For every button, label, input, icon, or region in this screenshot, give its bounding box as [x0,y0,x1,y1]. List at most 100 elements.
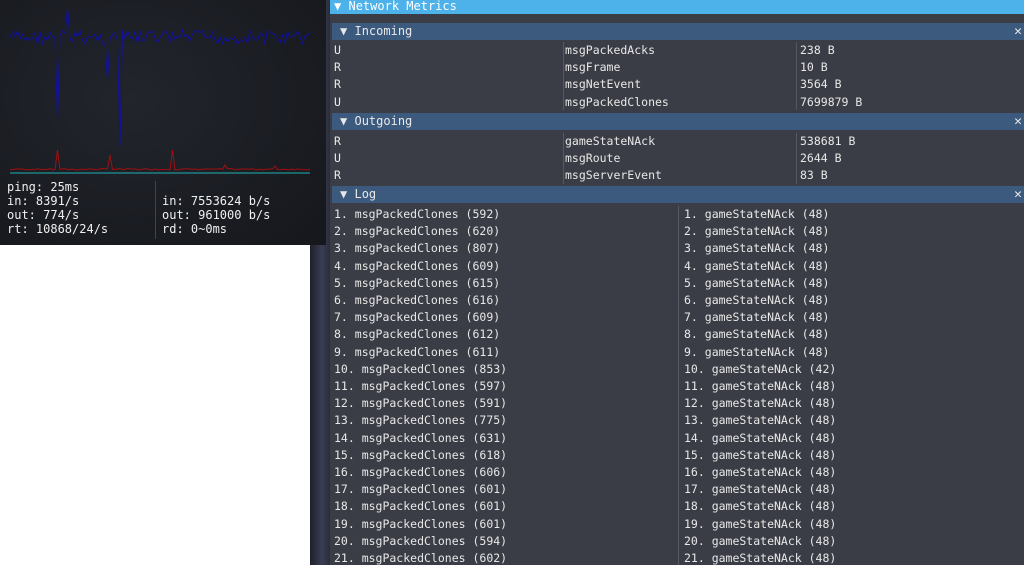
log-entry-outgoing: 21. gameStateNAck (48) [684,551,837,565]
log-entry-outgoing: 9. gameStateNAck (48) [684,344,830,359]
log-entry-outgoing: 5. gameStateNAck (48) [684,275,830,290]
log-entry-incoming: 3. msgPackedClones (807) [334,241,501,256]
message-name: msgFrame [565,60,621,75]
log-entry-outgoing: 16. gameStateNAck (48) [684,465,837,479]
message-type: R [334,77,341,92]
log-entry-outgoing: 18. gameStateNAck (48) [684,499,837,514]
message-size: 10 B [800,60,828,75]
message-name: msgServerEvent [565,168,662,183]
rt-stat: rt: 10868/24/s [7,222,109,236]
log-entry-incoming: 13. msgPackedClones (775) [334,413,508,428]
log-entry-incoming: 10. msgPackedClones (853) [334,361,508,376]
stats-divider [155,181,156,239]
log-entry-outgoing: 7. gameStateNAck (48) [684,310,830,325]
message-name: msgRoute [565,151,621,166]
message-row: RmsgServerEvent 83 B [334,167,1022,184]
message-type: R [334,134,341,148]
log-entry-incoming: 12. msgPackedClones (591) [334,396,508,411]
collapse-icon[interactable]: ▼ [340,24,347,38]
message-type: R [334,60,341,75]
message-type: R [334,168,341,183]
message-type: U [334,94,341,109]
message-size: 3564 B [800,77,842,92]
collapse-icon[interactable]: ▼ [340,187,347,201]
log-entry-outgoing: 19. gameStateNAck (48) [684,516,837,531]
message-size: 538681 B [800,134,856,148]
log-entry-incoming: 15. msgPackedClones (618) [334,447,508,462]
network-graph [9,7,311,174]
log-entry-incoming: 8. msgPackedClones (612) [334,327,501,342]
log-entry-incoming: 9. msgPackedClones (611) [334,344,501,359]
message-size: 2644 B [800,151,842,166]
incoming-traffic-line [9,7,311,146]
log-entry-outgoing: 10. gameStateNAck (42) [684,361,837,376]
outgoing-section-header[interactable]: ▼ Outgoing ✕ [332,113,1024,130]
network-metrics-window: ▼ Network Metrics ▼ Incoming ✕ UmsgPacked… [330,0,1024,565]
message-row: UmsgRoute 2644 B [334,150,1022,167]
log-entry-incoming: 11. msgPackedClones (597) [334,379,508,393]
collapse-icon[interactable]: ▼ [340,114,347,128]
network-graph-panel: ping: 25ms in: 8391/s out: 774/s rt: 108… [0,0,326,245]
log-entry-incoming: 21. msgPackedClones (602) [334,551,508,565]
log-entry-incoming: 6. msgPackedClones (616) [334,293,501,307]
window-title-bar[interactable]: ▼ Network Metrics [330,0,1024,14]
in-count-stat: in: 8391/s [7,194,80,208]
log-entry-incoming: 16. msgPackedClones (606) [334,465,508,479]
message-type: U [334,151,341,166]
log-entry-outgoing: 15. gameStateNAck (48) [684,447,837,462]
log-entry-incoming: 1. msgPackedClones (592) [334,207,501,221]
outgoing-traffic-line [9,149,311,171]
message-row: RmsgNetEvent 3564 B [334,76,1022,93]
outgoing-title: Outgoing [354,114,413,128]
log-entry-incoming: 2. msgPackedClones (620) [334,224,501,239]
close-icon[interactable]: ✕ [1014,23,1022,40]
column-divider [563,133,564,184]
log-entry-incoming: 17. msgPackedClones (601) [334,482,508,497]
log-entry-outgoing: 4. gameStateNAck (48) [684,258,830,273]
log-entry-outgoing: 20. gameStateNAck (48) [684,533,837,548]
log-entry-incoming: 4. msgPackedClones (609) [334,258,501,273]
log-title: Log [354,187,377,201]
log-entry-incoming: 20. msgPackedClones (594) [334,533,508,548]
log-entry-incoming: 19. msgPackedClones (601) [334,516,508,531]
log-entry-outgoing: 17. gameStateNAck (48) [684,482,837,497]
in-rate-stat: in: 7553624 b/s [162,194,271,208]
log-entry-incoming: 7. msgPackedClones (609) [334,310,501,325]
message-row: UmsgPackedAcks 238 B [334,42,1022,59]
log-entry-outgoing: 12. gameStateNAck (48) [684,396,837,411]
log-entry-outgoing: 8. gameStateNAck (48) [684,327,830,342]
collapse-icon[interactable]: ▼ [334,0,341,13]
message-name: msgPackedClones [565,94,669,109]
message-type: U [334,43,341,57]
incoming-title: Incoming [354,24,413,38]
out-count-stat: out: 774/s [7,208,80,222]
log-entry-outgoing: 6. gameStateNAck (48) [684,293,830,307]
incoming-section-header[interactable]: ▼ Incoming ✕ [332,23,1024,40]
log-entry-incoming: 5. msgPackedClones (615) [334,275,501,290]
message-row: UmsgPackedClones 7699879 B [334,94,1022,111]
message-name: gameStateNAck [565,134,656,148]
log-entry-incoming: 14. msgPackedClones (631) [334,430,508,445]
log-entry-outgoing: 3. gameStateNAck (48) [684,241,830,256]
window-title: Network Metrics [348,0,457,13]
column-divider [563,42,564,110]
message-size: 7699879 B [800,94,863,109]
ping-stat: ping: 25ms [7,180,80,194]
message-size: 238 B [800,43,835,57]
log-section-header[interactable]: ▼ Log ✕ [332,186,1024,203]
log-column-divider [678,206,679,565]
message-row: RgameStateNAck 538681 B [334,133,1022,150]
out-rate-stat: out: 961000 b/s [162,208,271,222]
column-divider [796,42,797,110]
close-icon[interactable]: ✕ [1014,186,1022,203]
rd-stat: rd: 0~0ms [162,222,228,236]
message-name: msgPackedAcks [565,43,656,57]
log-entry-outgoing: 2. gameStateNAck (48) [684,224,830,239]
log-entry-outgoing: 11. gameStateNAck (48) [684,379,837,393]
message-row: RmsgFrame 10 B [334,59,1022,76]
close-icon[interactable]: ✕ [1014,113,1022,130]
log-entry-outgoing: 13. gameStateNAck (48) [684,413,837,428]
column-divider [796,133,797,184]
log-entry-incoming: 18. msgPackedClones (601) [334,499,508,514]
log-entry-outgoing: 14. gameStateNAck (48) [684,430,837,445]
